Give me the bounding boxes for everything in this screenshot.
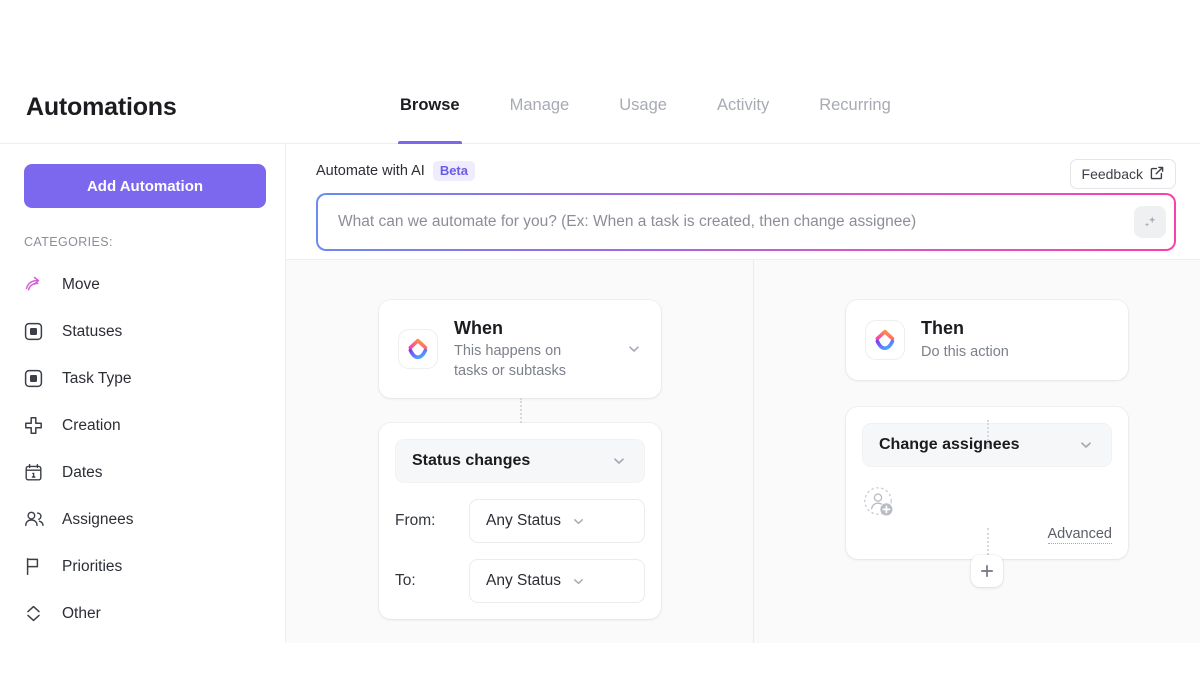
tab-recurring[interactable]: Recurring <box>819 71 891 144</box>
category-list: Move Statuses Task Type Creation Dates A… <box>24 261 261 637</box>
ai-input-gradient-border <box>316 193 1176 251</box>
when-text: When This happens on tasks or subtasks <box>454 317 625 382</box>
sidebar-item-move[interactable]: Move <box>24 261 261 308</box>
automate-with-ai-bar: Automate with AI Beta Feedback <box>286 144 1200 260</box>
connector-line <box>520 398 522 423</box>
sidebar-item-label: Priorities <box>62 557 123 575</box>
people-icon <box>24 509 50 531</box>
sidebar-item-label: Assignees <box>62 510 134 528</box>
plus-cross-icon <box>24 415 50 437</box>
column-divider <box>753 260 754 643</box>
sidebar-item-priorities[interactable]: Priorities <box>24 543 261 590</box>
sidebar-item-label: Dates <box>62 463 103 481</box>
tab-bar: Browse Manage Usage Activity Recurring <box>398 71 891 144</box>
then-card[interactable]: Then Do this action <box>846 300 1128 380</box>
sidebar-item-label: Task Type <box>62 369 132 387</box>
status-square-icon <box>24 321 50 343</box>
connector-line <box>987 420 989 448</box>
sidebar-item-other[interactable]: Other <box>24 590 261 637</box>
from-status-select[interactable]: Any Status <box>469 499 645 543</box>
then-text: Then Do this action <box>921 317 1110 362</box>
tab-usage[interactable]: Usage <box>619 71 667 144</box>
ai-prompt-input[interactable] <box>338 195 1118 249</box>
then-subtitle: Do this action <box>921 343 1009 360</box>
sparkle-icon[interactable] <box>1134 206 1166 238</box>
when-card[interactable]: When This happens on tasks or subtasks <box>379 300 661 398</box>
trigger-type-select[interactable]: Status changes <box>395 439 645 483</box>
sidebar-item-dates[interactable]: Dates <box>24 449 261 496</box>
when-subtitle: This happens on tasks or subtasks <box>454 343 567 379</box>
status-square-icon <box>24 368 50 390</box>
to-status-value: Any Status <box>486 572 561 589</box>
categories-label: CATEGORIES: <box>24 235 113 249</box>
sidebar-item-creation[interactable]: Creation <box>24 402 261 449</box>
status-badge: Beta <box>432 161 475 181</box>
clickup-logo-icon <box>399 330 437 368</box>
ai-title: Automate with AI <box>316 163 425 179</box>
modal-header: Automations Browse Manage Usage Activity… <box>0 71 1200 144</box>
then-title: Then <box>921 318 964 339</box>
sidebar-item-label: Creation <box>62 416 121 434</box>
sidebar: Add Automation CATEGORIES: Move Statuses… <box>0 144 286 643</box>
trigger-type-value: Status changes <box>412 452 531 469</box>
action-type-value: Change assignees <box>879 436 1020 453</box>
chevron-down-icon <box>1077 436 1095 454</box>
chevron-down-icon <box>610 452 628 470</box>
assignee-row <box>862 485 1112 519</box>
tab-browse[interactable]: Browse <box>398 71 462 144</box>
ai-input-inner <box>318 195 1174 249</box>
external-link-icon <box>1150 166 1164 183</box>
chevrons-icon <box>24 603 50 625</box>
move-arrow-icon <box>24 274 50 296</box>
add-step-button[interactable] <box>971 555 1003 587</box>
sidebar-item-label: Statuses <box>62 322 123 340</box>
chevron-down-icon <box>570 572 588 590</box>
flag-icon <box>24 556 50 578</box>
automations-modal: Automations Browse Manage Usage Activity… <box>0 71 1200 643</box>
feedback-button[interactable]: Feedback <box>1069 159 1176 189</box>
feedback-label: Feedback <box>1081 166 1143 182</box>
sidebar-item-task-type[interactable]: Task Type <box>24 355 261 402</box>
calendar-icon <box>24 462 50 484</box>
add-assignee-icon[interactable] <box>862 485 896 519</box>
content-pane: Automate with AI Beta Feedback What can … <box>286 144 1200 643</box>
when-column: When This happens on tasks or subtasks S… <box>379 260 661 619</box>
clickup-logo-icon <box>866 321 904 359</box>
sidebar-item-label: Move <box>62 275 100 293</box>
to-status-select[interactable]: Any Status <box>469 559 645 603</box>
chevron-down-icon[interactable] <box>625 340 643 358</box>
then-column: Then Do this action Change assignees Adv… <box>846 260 1128 587</box>
when-title: When <box>454 317 503 338</box>
tab-manage[interactable]: Manage <box>510 71 570 144</box>
add-automation-button[interactable]: Add Automation <box>24 164 266 208</box>
sidebar-item-assignees[interactable]: Assignees <box>24 496 261 543</box>
trigger-detail-card: Status changes From: Any Status To: Any … <box>379 423 661 619</box>
trigger-row-from: From: Any Status <box>395 499 645 543</box>
advanced-label: Advanced <box>1047 526 1112 544</box>
row-label: To: <box>395 572 416 589</box>
connector-line <box>987 528 989 555</box>
page-title: Automations <box>26 93 177 121</box>
from-status-value: Any Status <box>486 512 561 529</box>
chevron-down-icon <box>570 512 588 530</box>
automation-builder-canvas: When This happens on tasks or subtasks S… <box>286 260 1200 643</box>
sidebar-item-statuses[interactable]: Statuses <box>24 308 261 355</box>
ai-header-row: Automate with AI Beta <box>316 160 1176 182</box>
sidebar-item-label: Other <box>62 604 101 622</box>
tab-activity[interactable]: Activity <box>717 71 769 144</box>
row-label: From: <box>395 512 436 529</box>
trigger-row-to: To: Any Status <box>395 559 645 603</box>
modal-body: Add Automation CATEGORIES: Move Statuses… <box>0 144 1200 643</box>
